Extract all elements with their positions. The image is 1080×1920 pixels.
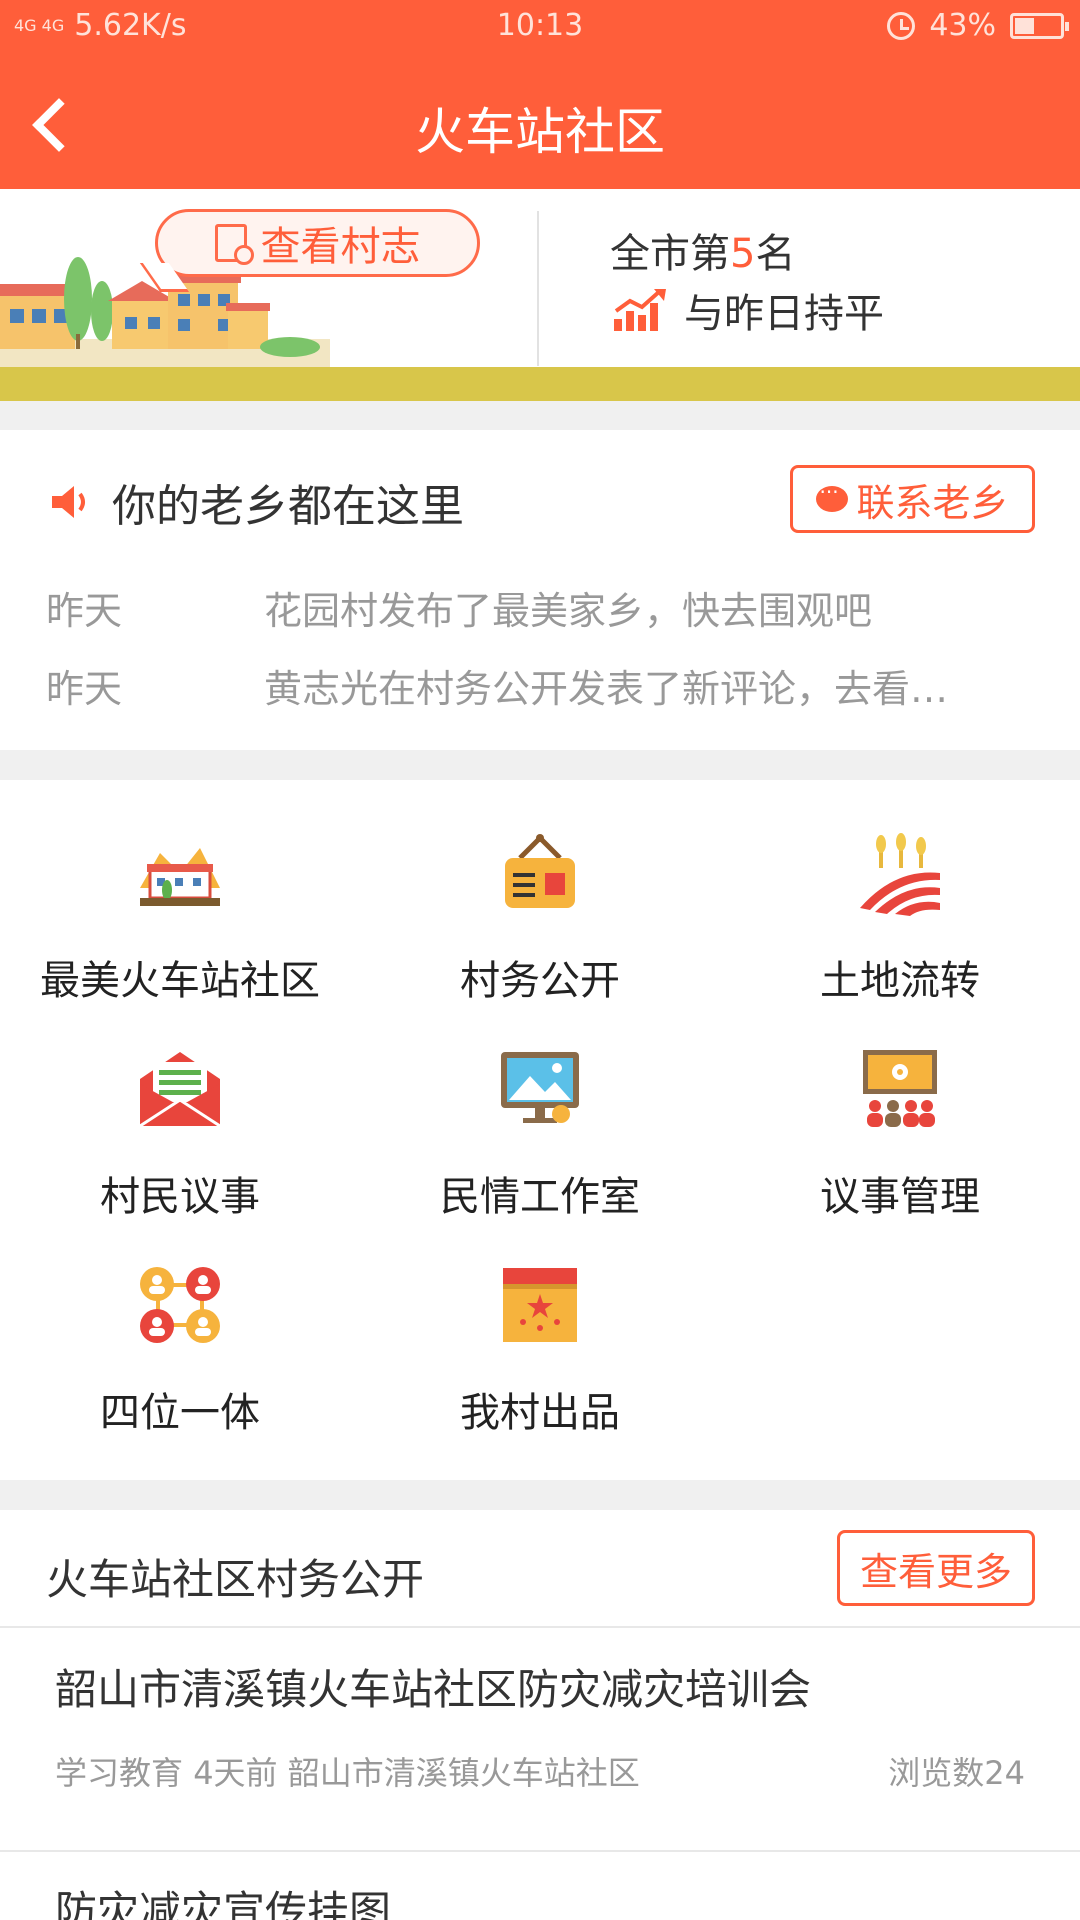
contact-label: 联系老乡 [856,480,1009,525]
grid-item-label: 议事管理 [820,1174,980,1220]
grid-item-label: 我村出品 [460,1390,620,1436]
grid-item-four-in-one[interactable]: 四位一体 [0,1252,360,1468]
hometown-section: 你的老乡都在这里 联系老乡 昨天 花园村发布了最美家乡，快去围观吧 昨天 黄志光… [0,430,1080,750]
navigation-bar: 火车站社区 [0,54,1080,189]
monitor-touch-icon [501,1052,579,1123]
village-scene-icon [140,848,220,906]
article-title: 韶山市清溪镇火车站社区防灾减灾培训会 [55,1665,812,1714]
page-title: 火车站社区 [415,103,665,161]
grid-item-public-sentiment-office[interactable]: 民情工作室 [360,1036,720,1252]
grid-item-land-transfer[interactable]: 土地流转 [720,820,1080,1036]
alarm-icon [887,11,916,40]
grid-item-label: 土地流转 [820,958,980,1004]
battery-percent: 43% [929,8,996,43]
banner-ground [0,367,1080,401]
status-bar: 4G 4G 5.62K/s 10:13 43% [0,0,1080,54]
article-org: 韶山市清溪镇火车站社区 [287,1754,640,1792]
news-date: 昨天 [46,667,123,711]
grid-item-label: 四位一体 [100,1390,260,1436]
wheat-field-icon [860,833,940,916]
news-text: 黄志光在村务公开发表了新评论，去看… [264,667,949,711]
grid-item-discussion-management[interactable]: 议事管理 [720,1036,1080,1252]
view-more-button[interactable]: 查看更多 [837,1530,1035,1606]
battery-level [1015,17,1034,34]
news-item[interactable]: 昨天 花园村发布了最美家乡，快去围观吧 [46,580,1046,635]
article-meta: 学习教育 4天前 韶山市清溪镇火车站社区 [55,1748,640,1794]
grid-item-label: 最美火车站社区 [40,958,320,1004]
article-item[interactable]: 韶山市清溪镇火车站社区防灾减灾培训会 学习教育 4天前 韶山市清溪镇火车站社区 … [0,1628,1080,1850]
community-banner: 查看村志 全市第5名 与昨日持平 [0,189,1080,401]
meeting-screen-icon [863,1050,937,1127]
top-bar: 4G 4G 5.62K/s 10:13 43% 火车站社区 [0,0,1080,189]
grid-item-label: 民情工作室 [440,1174,640,1220]
grid-item-village-products[interactable]: 我村出品 [360,1252,720,1468]
document-search-icon [214,224,254,265]
chat-icon [816,480,849,512]
rank-suffix: 名 [755,231,796,277]
battery-icon [1010,12,1069,39]
grid-item-villager-discussion[interactable]: 村民议事 [0,1036,360,1252]
article-item[interactable]: 防灾减灾宣传挂图 [0,1852,1080,1920]
feature-grid-section: 最美火车站社区 村务公开 土地流转 村民议事 民情工作室 议事管理 四位一体 我… [0,780,1080,1480]
village-affairs-section: 火车站社区村务公开 查看更多 韶山市清溪镇火车站社区防灾减灾培训会 学习教育 4… [0,1510,1080,1920]
rank-number: 5 [730,231,756,277]
news-item[interactable]: 昨天 黄志光在村务公开发表了新评论，去看… [46,658,1046,713]
envelope-icon [139,1052,221,1128]
news-text: 花园村发布了最美家乡，快去围观吧 [264,589,873,633]
bulletin-board-icon [505,834,575,908]
section-title: 火车站社区村务公开 [46,1555,425,1604]
trend-text: 与昨日持平 [684,291,884,337]
article-title: 防灾减灾宣传挂图 [55,1887,392,1920]
bubble-label: 查看村志 [260,224,421,270]
product-box-icon [503,1268,577,1342]
grid-item-label: 村务公开 [460,958,620,1004]
grid-item-village-affairs[interactable]: 村务公开 [360,820,720,1036]
four-people-icon [140,1267,220,1343]
rank-prefix: 全市第 [610,231,730,277]
article-views: 浏览数24 [888,1754,1025,1792]
article-time: 4天前 [193,1754,278,1792]
article-category: 学习教育 [55,1754,184,1792]
grid-item-label: 村民议事 [100,1174,260,1220]
hometown-heading: 你的老乡都在这里 [112,481,464,532]
banner-divider [537,211,539,366]
city-rank: 全市第5名 [610,221,795,279]
trend-chart-icon [614,289,666,331]
rank-trend: 与昨日持平 [612,281,884,339]
view-village-records-button[interactable]: 查看村志 [155,209,480,277]
feature-grid: 最美火车站社区 村务公开 土地流转 村民议事 民情工作室 议事管理 四位一体 我… [0,820,1080,1468]
speaker-icon [52,486,85,518]
news-date: 昨天 [46,589,123,633]
grid-item-beautiful-community[interactable]: 最美火车站社区 [0,820,360,1036]
contact-fellows-button[interactable]: 联系老乡 [790,465,1035,533]
